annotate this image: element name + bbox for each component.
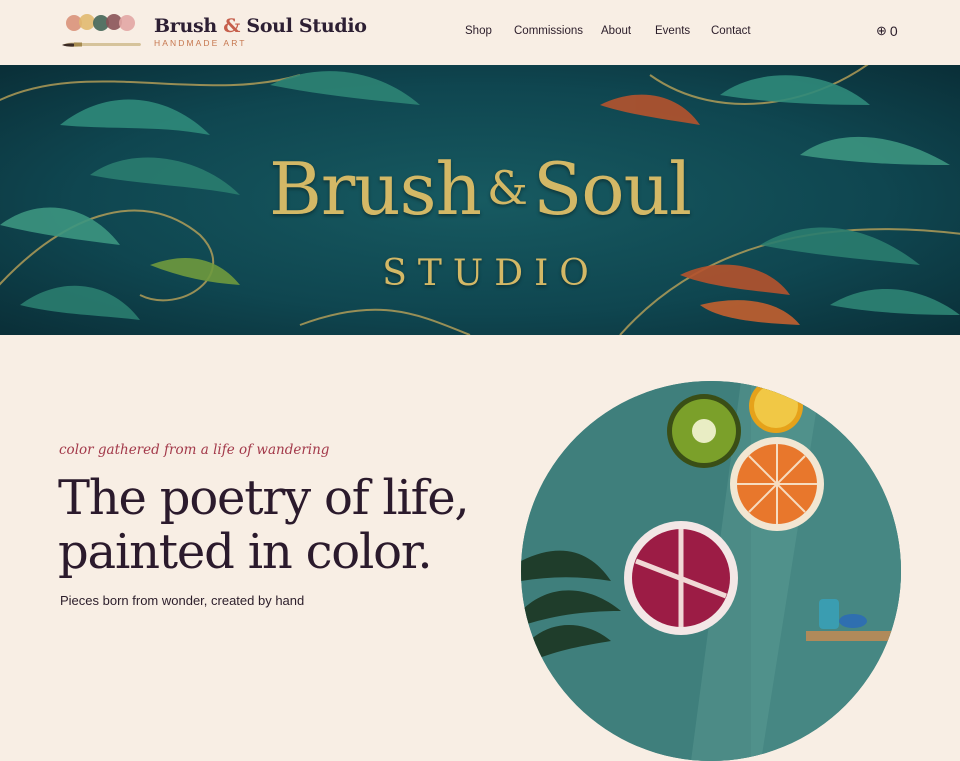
featured-artwork-image <box>521 381 901 761</box>
painted-plates-illustration <box>521 381 901 761</box>
brand-name-part1: Brush <box>154 15 224 37</box>
nav-contact[interactable]: Contact <box>711 25 751 37</box>
banner-word-1: Brush <box>268 147 482 231</box>
logo[interactable]: Brush & Soul Studio HANDMADE ART <box>60 10 367 56</box>
nav-commissions[interactable]: Commissions <box>514 25 583 37</box>
hero-banner: Brush &Soul STUDIO <box>0 65 960 335</box>
intro-tagline: color gathered from a life of wandering <box>59 442 330 458</box>
banner-ampersand: & <box>487 161 528 215</box>
banner-subtitle: STUDIO <box>382 253 600 294</box>
banner-title: Brush &Soul <box>0 147 960 231</box>
cart-icon: ⊕ <box>876 23 887 38</box>
brand-tagline: HANDMADE ART <box>154 38 247 48</box>
intro-body: Pieces born from wonder, created by hand <box>60 593 305 608</box>
brand-ampersand: & <box>223 15 241 37</box>
intro-headline: The poetry of life, painted in color. <box>58 470 470 580</box>
palette-brush-icon <box>62 14 141 47</box>
cart-button[interactable]: ⊕ 0 <box>876 23 898 39</box>
nav-events[interactable]: Events <box>655 25 690 37</box>
site-header: Brush & Soul Studio HANDMADE ART Shop Co… <box>0 0 960 65</box>
nav-about[interactable]: About <box>601 25 631 37</box>
banner-word-2: Soul <box>532 147 692 231</box>
brand-name: Brush & Soul Studio <box>154 15 367 37</box>
brand-name-part2: Soul Studio <box>240 15 367 37</box>
nav-shop[interactable]: Shop <box>465 25 492 37</box>
cart-count: 0 <box>889 23 898 39</box>
intro-section: color gathered from a life of wandering … <box>0 335 960 761</box>
